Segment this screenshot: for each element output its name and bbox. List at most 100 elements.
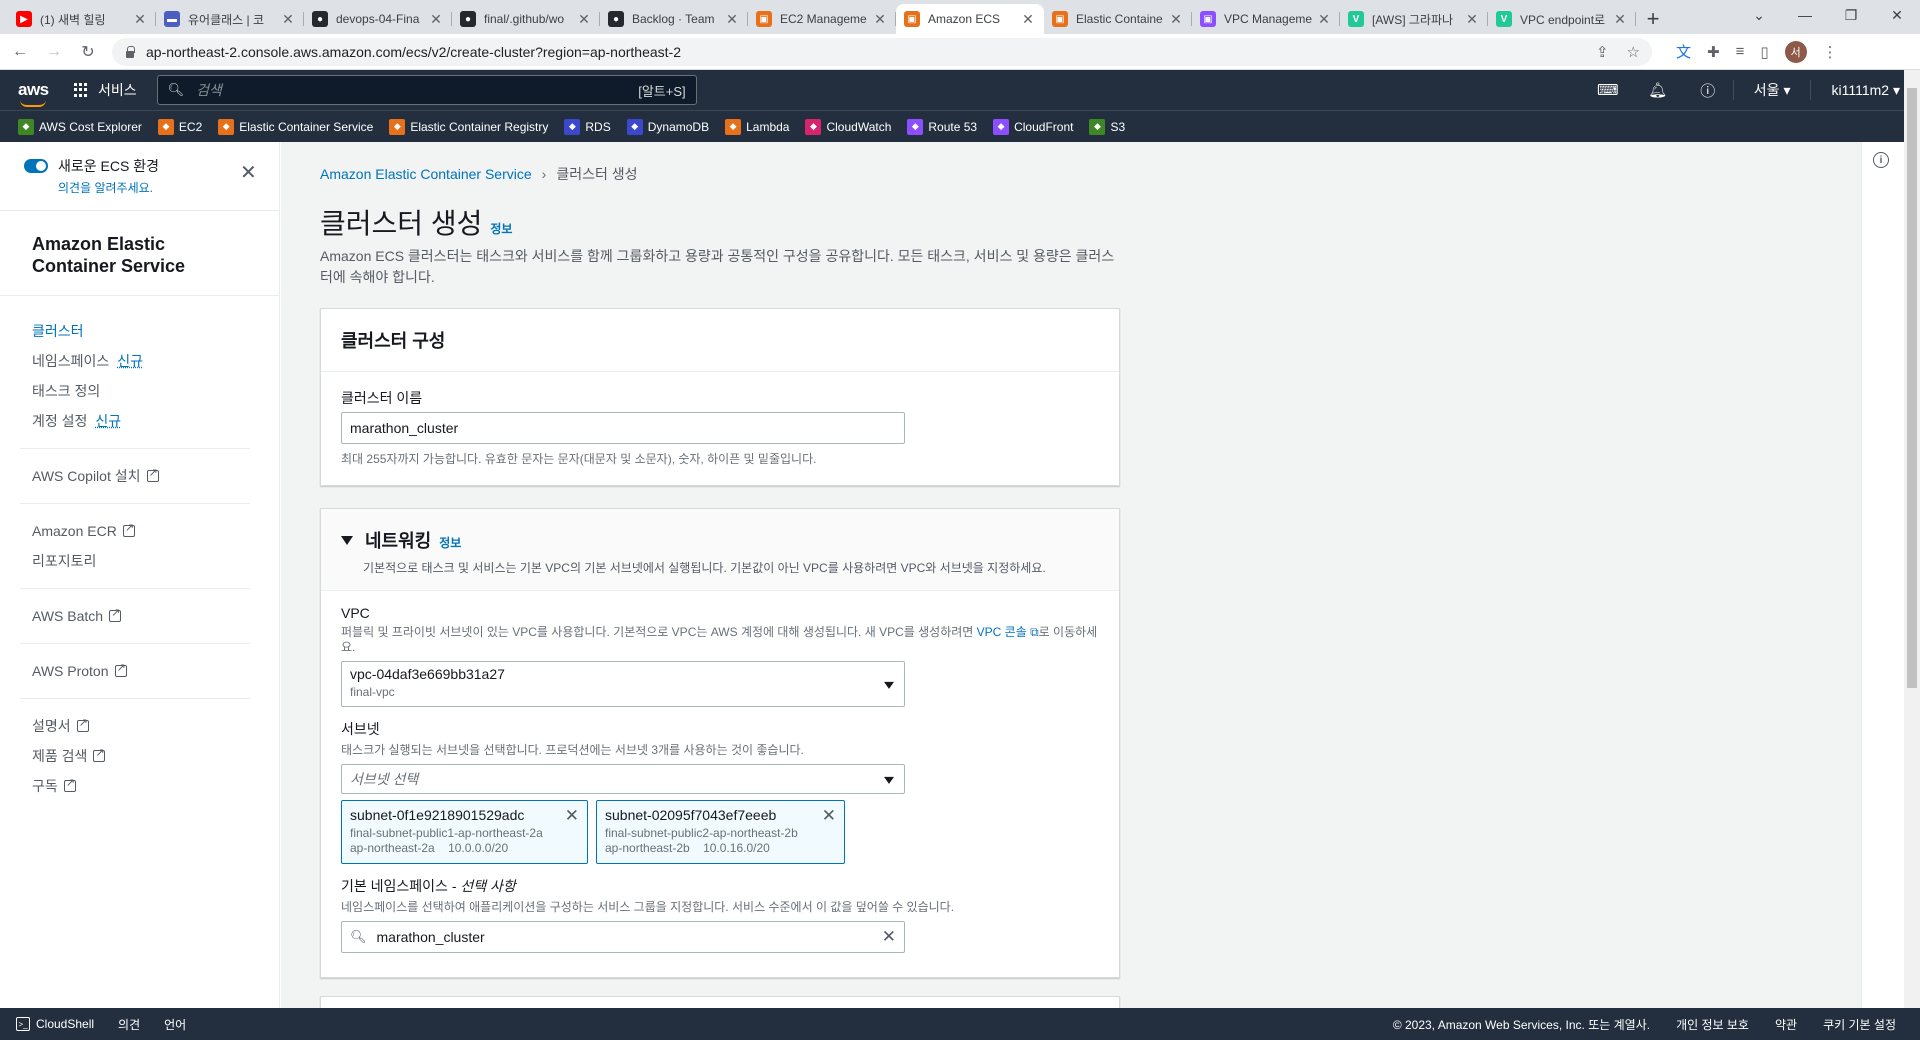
browser-tab[interactable]: ▣ VPC Manageme ✕: [1192, 4, 1340, 34]
close-window-button[interactable]: ✕: [1874, 0, 1920, 30]
tab-close-icon[interactable]: ✕: [428, 11, 444, 28]
favorite-service-link[interactable]: ◆ Elastic Container Registry: [389, 118, 548, 135]
sidebar-item-account-settings[interactable]: 계정 설정 신규: [32, 406, 262, 436]
aws-logo[interactable]: aws: [18, 80, 52, 107]
aws-search-input[interactable]: 🔍︎ 검색 [알트+S]: [156, 75, 697, 105]
external-link-icon: [63, 776, 76, 792]
browser-tab[interactable]: ● final/.github/wo ✕: [452, 4, 600, 34]
language-button[interactable]: 언어: [164, 1016, 186, 1033]
favorite-service-link[interactable]: ◆ CloudWatch: [805, 118, 891, 135]
page-scrollbar[interactable]: [1904, 70, 1920, 1008]
tab-close-icon[interactable]: ✕: [1612, 11, 1628, 28]
cloudshell-icon[interactable]: ⌨: [1583, 81, 1633, 99]
sidebar-item-documentation[interactable]: 설명서: [32, 711, 262, 741]
reload-icon[interactable]: ↻: [74, 38, 102, 66]
vpc-console-link[interactable]: VPC 콘솔: [977, 625, 1027, 639]
help-icon[interactable]: ⓘ: [1683, 80, 1733, 101]
clear-icon[interactable]: ✕: [882, 927, 896, 947]
sidebar-item-repositories[interactable]: 리포지토리: [32, 546, 262, 576]
remove-subnet-icon[interactable]: ✕: [565, 806, 579, 826]
sidebar-item-proton[interactable]: AWS Proton: [32, 656, 262, 686]
sidebar-item-copilot[interactable]: AWS Copilot 설치: [32, 461, 262, 491]
terms-link[interactable]: 약관: [1775, 1016, 1797, 1033]
sidebar-item-product-search[interactable]: 제품 검색: [32, 741, 262, 771]
new-tab-button[interactable]: +: [1636, 4, 1670, 34]
new-ecs-toggle[interactable]: [24, 159, 48, 173]
tab-close-icon[interactable]: ✕: [724, 11, 740, 28]
favorite-service-link[interactable]: ◆ Lambda: [725, 118, 789, 135]
cloudshell-button[interactable]: >_ CloudShell: [16, 1017, 94, 1031]
cluster-name-input[interactable]: marathon_cluster: [341, 412, 905, 444]
namespace-search-input[interactable]: 🔍︎ marathon_cluster ✕: [341, 921, 905, 953]
networking-expand-toggle[interactable]: 네트워킹 정보: [341, 527, 1099, 553]
sidebar-item-ecr[interactable]: Amazon ECR: [32, 516, 262, 546]
info-link[interactable]: 정보: [490, 220, 512, 237]
favorite-service-link[interactable]: ◆ Route 53: [907, 118, 977, 135]
panel-heading: 네트워킹: [365, 531, 432, 551]
extensions-icon[interactable]: ✚: [1707, 43, 1720, 61]
cookie-preferences-link[interactable]: 쿠키 기본 설정: [1823, 1016, 1896, 1033]
tab-title: Elastic Containe: [1076, 12, 1163, 26]
services-menu-button[interactable]: 서비스: [74, 80, 137, 100]
bookmark-star-icon[interactable]: ☆: [1627, 43, 1640, 61]
tab-close-icon[interactable]: ✕: [132, 11, 148, 28]
favorite-service-link[interactable]: ◆ RDS: [564, 118, 611, 135]
browser-tab[interactable]: ▣ EC2 Manageme ✕: [748, 4, 896, 34]
info-icon[interactable]: i: [1873, 152, 1889, 168]
notifications-bell-icon[interactable]: 🔔︎: [1633, 81, 1683, 99]
tab-close-icon[interactable]: ✕: [1316, 11, 1332, 28]
scrollbar-thumb[interactable]: [1907, 88, 1917, 688]
browser-tab[interactable]: ▣ Elastic Containe ✕: [1044, 4, 1192, 34]
browser-tab[interactable]: ▣ Amazon ECS ✕: [896, 4, 1044, 34]
tab-close-icon[interactable]: ✕: [872, 11, 888, 28]
tab-close-icon[interactable]: ✕: [1020, 11, 1036, 28]
sidebar-item-batch[interactable]: AWS Batch: [32, 601, 262, 631]
browser-tab[interactable]: ● Backlog · Team ✕: [600, 4, 748, 34]
sidebar-item-subscribe[interactable]: 구독: [32, 771, 262, 801]
restore-button[interactable]: ❐: [1828, 0, 1874, 30]
sidebar-item-task-definitions[interactable]: 태스크 정의: [32, 376, 262, 406]
close-icon[interactable]: ✕: [240, 160, 257, 185]
browser-tab[interactable]: ▬ 유어클래스 | 코 ✕: [156, 4, 304, 34]
sidebar-item-clusters[interactable]: 클러스터: [32, 316, 262, 346]
profile-avatar[interactable]: 서: [1784, 40, 1807, 63]
breadcrumb-root-link[interactable]: Amazon Elastic Container Service: [320, 166, 532, 182]
side-panel-icon[interactable]: ▯: [1760, 43, 1768, 61]
favorites-bar: ◆ AWS Cost Explorer ◆ EC2 ◆ Elastic Container…: [0, 110, 1920, 142]
favorite-service-link[interactable]: ◆ CloudFront: [993, 118, 1073, 135]
share-icon[interactable]: ⇪: [1596, 43, 1609, 61]
browser-tab[interactable]: V VPC endpoint로 ✕: [1488, 4, 1636, 34]
browser-tab[interactable]: V [AWS] 그라파나 ✕: [1340, 4, 1488, 34]
favorite-service-link[interactable]: ◆ Elastic Container Service: [218, 118, 373, 135]
info-link[interactable]: 정보: [439, 534, 461, 551]
feedback-link[interactable]: 의견을 알려주세요.: [58, 179, 159, 196]
favorite-service-link[interactable]: ◆ DynamoDB: [626, 118, 709, 135]
sidenav-title[interactable]: Amazon Elastic Container Service: [32, 233, 232, 277]
sidebar-item-namespaces[interactable]: 네임스페이스 신규: [32, 346, 262, 376]
url-field[interactable]: ap-northeast-2.console.aws.amazon.com/ec…: [112, 37, 1652, 66]
feedback-button[interactable]: 의견: [118, 1016, 140, 1033]
region-selector[interactable]: 서울 ▾: [1732, 80, 1811, 100]
remove-subnet-icon[interactable]: ✕: [822, 806, 836, 826]
forward-icon[interactable]: →: [40, 38, 68, 66]
sidebar-item-label: 클러스터: [32, 323, 84, 339]
tab-search-icon[interactable]: ⌄: [1736, 0, 1782, 30]
subnet-select[interactable]: 서브넷 선택: [341, 764, 905, 794]
tab-close-icon[interactable]: ✕: [280, 11, 296, 28]
tab-close-icon[interactable]: ✕: [1168, 11, 1184, 28]
privacy-link[interactable]: 개인 정보 보호: [1676, 1016, 1749, 1033]
browser-tab[interactable]: ● devops-04-Fina ✕: [304, 4, 452, 34]
translate-icon[interactable]: 文: [1676, 41, 1691, 62]
back-icon[interactable]: ←: [6, 38, 34, 66]
minimize-button[interactable]: —: [1782, 0, 1828, 30]
favorite-service-link[interactable]: ◆ AWS Cost Explorer: [18, 118, 142, 135]
tab-close-icon[interactable]: ✕: [1464, 11, 1480, 28]
service-icon: ◆: [805, 118, 822, 135]
browser-menu-icon[interactable]: ⋮: [1823, 43, 1838, 61]
favorite-service-link[interactable]: ◆ S3: [1089, 118, 1125, 135]
reading-list-icon[interactable]: ≡: [1736, 43, 1745, 60]
vpc-select[interactable]: vpc-04daf3e669bb31a27 final-vpc: [341, 661, 905, 707]
favorite-service-link[interactable]: ◆ EC2: [157, 118, 202, 135]
browser-tab[interactable]: ▶ (1) 새벽 힐링 ✕: [8, 4, 156, 34]
tab-close-icon[interactable]: ✕: [576, 11, 592, 28]
